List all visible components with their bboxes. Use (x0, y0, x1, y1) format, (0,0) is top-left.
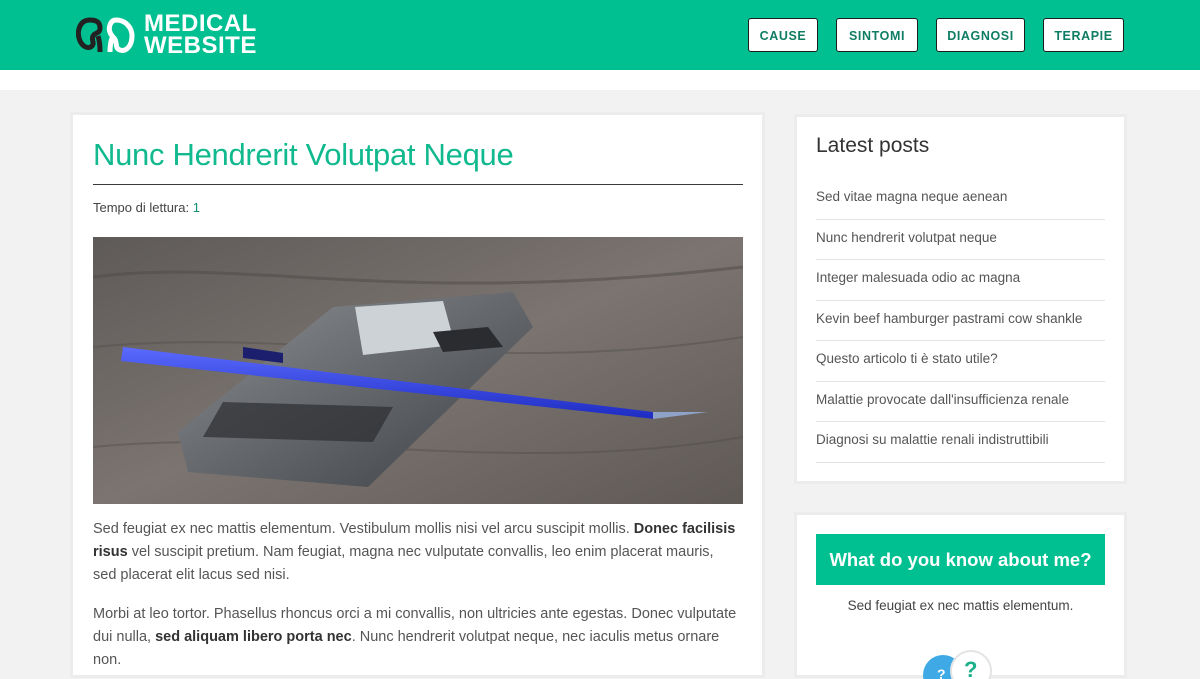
post-link[interactable]: Diagnosi su malattie renali indistruttib… (816, 422, 1105, 463)
p1-text-a: Sed feugiat ex nec mattis elementum. Ves… (93, 521, 634, 537)
quiz-description: Sed feugiat ex nec mattis elementum. (847, 598, 1074, 613)
reading-time-label: Tempo di lettura: (93, 200, 190, 215)
quiz-title[interactable]: What do you know about me? (816, 534, 1105, 585)
post-link[interactable]: Malattie provocate dall'insufficienza re… (816, 382, 1105, 422)
site-logo[interactable]: MEDICAL WEBSITE (76, 10, 276, 60)
nav-sintomi[interactable]: SINTOMI (836, 18, 918, 52)
latest-posts-title: Latest posts (816, 134, 930, 157)
article-paragraph-1: Sed feugiat ex nec mattis elementum. Ves… (93, 518, 739, 587)
article-title: Nunc Hendrerit Volutpat Neque (93, 137, 514, 172)
latest-posts-widget: Latest posts Sed vitae magna neque aenea… (797, 117, 1124, 481)
reading-time: Tempo di lettura: 1 (93, 200, 200, 215)
p2-bold: sed aliquam libero porta nec (155, 629, 352, 645)
header-strip (0, 70, 1200, 90)
title-divider (93, 184, 743, 185)
nav-cause[interactable]: CAUSE (748, 18, 818, 52)
latest-posts-list: Sed vitae magna neque aenean Nunc hendre… (816, 179, 1105, 463)
post-link[interactable]: Nunc hendrerit volutpat neque (816, 220, 1105, 260)
kidney-logo-icon (76, 17, 135, 53)
post-link[interactable]: Questo articolo ti è stato utile? (816, 341, 1105, 382)
question-bubbles-icon: ? ? (923, 650, 992, 679)
article-image (93, 237, 743, 504)
logo-text: MEDICAL WEBSITE (144, 12, 257, 59)
nav-diagnosi[interactable]: DIAGNOSI (936, 18, 1025, 52)
svg-text:?: ? (937, 666, 946, 679)
article-paragraph-2: Morbi at leo tortor. Phasellus rhoncus o… (93, 603, 739, 672)
article-card: Nunc Hendrerit Volutpat Neque Tempo di l… (73, 115, 762, 675)
site-header: MEDICAL WEBSITE CAUSE SINTOMI DIAGNOSI T… (0, 0, 1200, 70)
logo-line-2: WEBSITE (144, 32, 257, 59)
p1-text-c: vel suscipit pretium. Nam feugiat, magna… (93, 544, 714, 583)
quiz-widget: What do you know about me? Sed feugiat e… (797, 515, 1124, 679)
post-link[interactable]: Kevin beef hamburger pastrami cow shankl… (816, 301, 1105, 341)
post-link[interactable]: Integer malesuada odio ac magna (816, 260, 1105, 301)
reading-time-value: 1 (192, 200, 200, 215)
nav-terapie[interactable]: TERAPIE (1043, 18, 1124, 52)
post-link[interactable]: Sed vitae magna neque aenean (816, 179, 1105, 220)
svg-text:?: ? (964, 657, 977, 679)
main-nav: CAUSE SINTOMI DIAGNOSI TERAPIE (748, 18, 1124, 52)
